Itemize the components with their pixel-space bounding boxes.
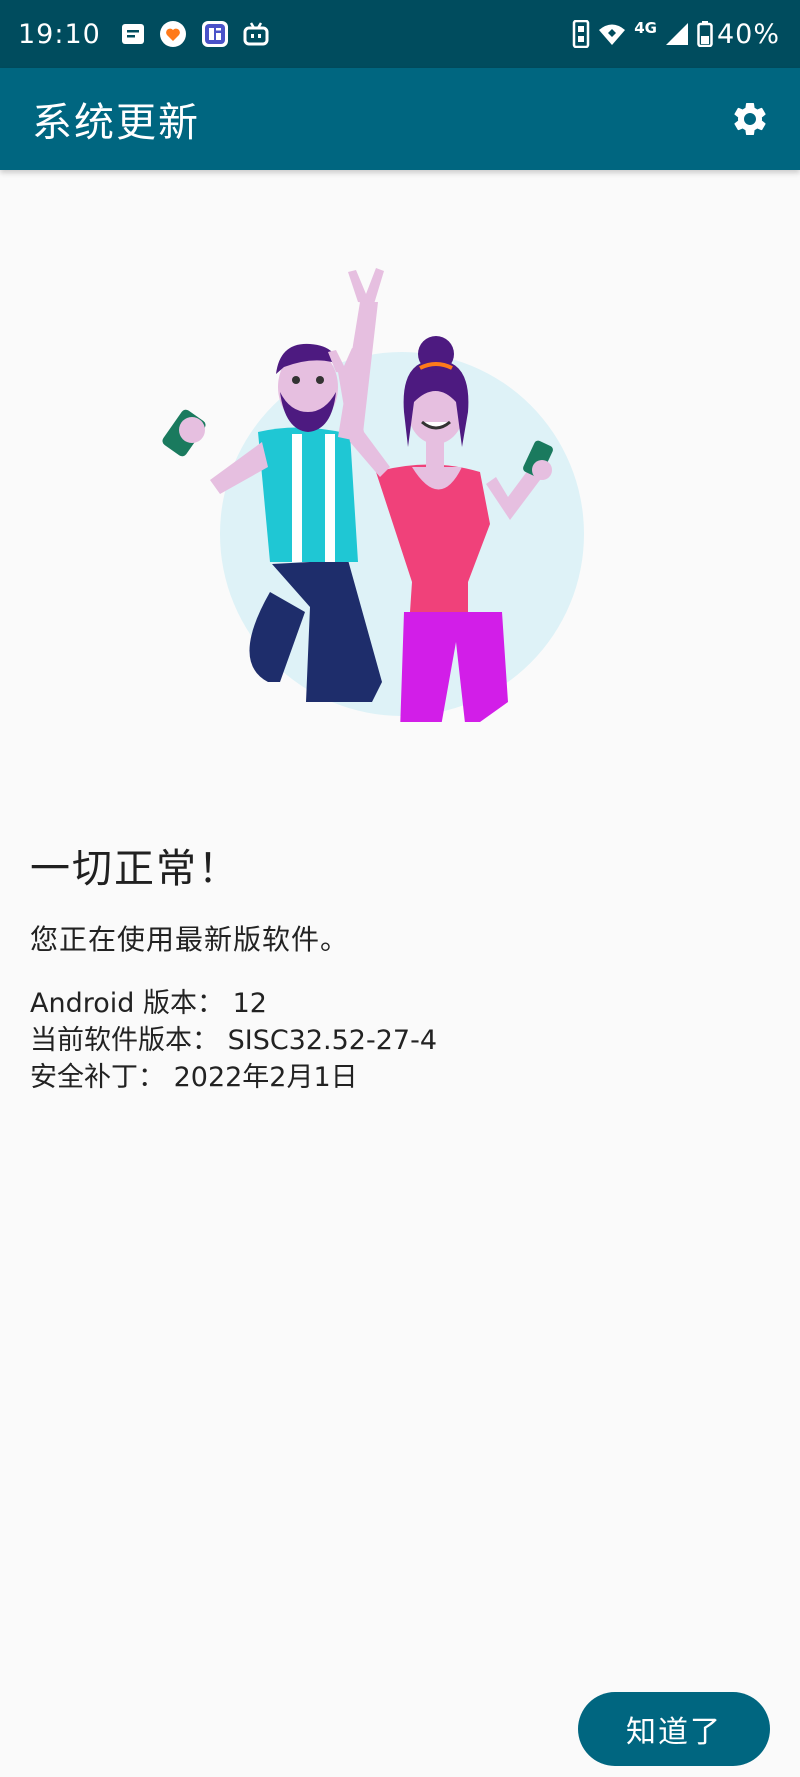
settings-button[interactable]: [726, 95, 774, 143]
ok-button[interactable]: 知道了: [578, 1692, 770, 1766]
tieba-icon: [201, 20, 229, 48]
signal-icon: [665, 22, 689, 46]
status-time: 19:10: [18, 18, 101, 50]
info-row-android-version: Android 版本： 12: [30, 985, 437, 1022]
network-type: 4G: [634, 19, 657, 37]
info-label: 安全补丁：: [30, 1062, 165, 1093]
page-title: 系统更新: [32, 100, 200, 146]
status-bar: 19:10 4G 40%: [0, 0, 800, 68]
battery-icon: [697, 21, 713, 47]
status-subtitle: 您正在使用最新版软件。: [30, 923, 350, 956]
status-heading: 一切正常！: [30, 846, 240, 892]
wifi-icon: [598, 22, 626, 46]
data-saver-icon: [572, 20, 590, 48]
info-label: Android 版本：: [30, 988, 224, 1019]
heart-app-icon: [159, 20, 187, 48]
info-label: 当前软件版本：: [30, 1025, 219, 1056]
bilibili-icon: [243, 22, 269, 46]
message-icon: [121, 23, 145, 45]
status-left: 19:10: [18, 19, 283, 50]
info-value: 12: [232, 988, 267, 1019]
status-right: 4G 40%: [572, 19, 780, 50]
info-value: SISC32.52-27-4: [227, 1025, 438, 1056]
app-bar: 系统更新: [0, 68, 800, 170]
celebration-illustration: [162, 268, 584, 722]
version-info: Android 版本： 12 当前软件版本： SISC32.52-27-4 安全…: [30, 985, 437, 1096]
info-row-software-version: 当前软件版本： SISC32.52-27-4: [30, 1022, 437, 1059]
battery-percent: 40%: [716, 18, 780, 50]
info-row-security-patch: 安全补丁： 2022年2月1日: [30, 1059, 437, 1096]
gear-icon: [734, 102, 766, 135]
info-value: 2022年2月1日: [173, 1062, 358, 1093]
